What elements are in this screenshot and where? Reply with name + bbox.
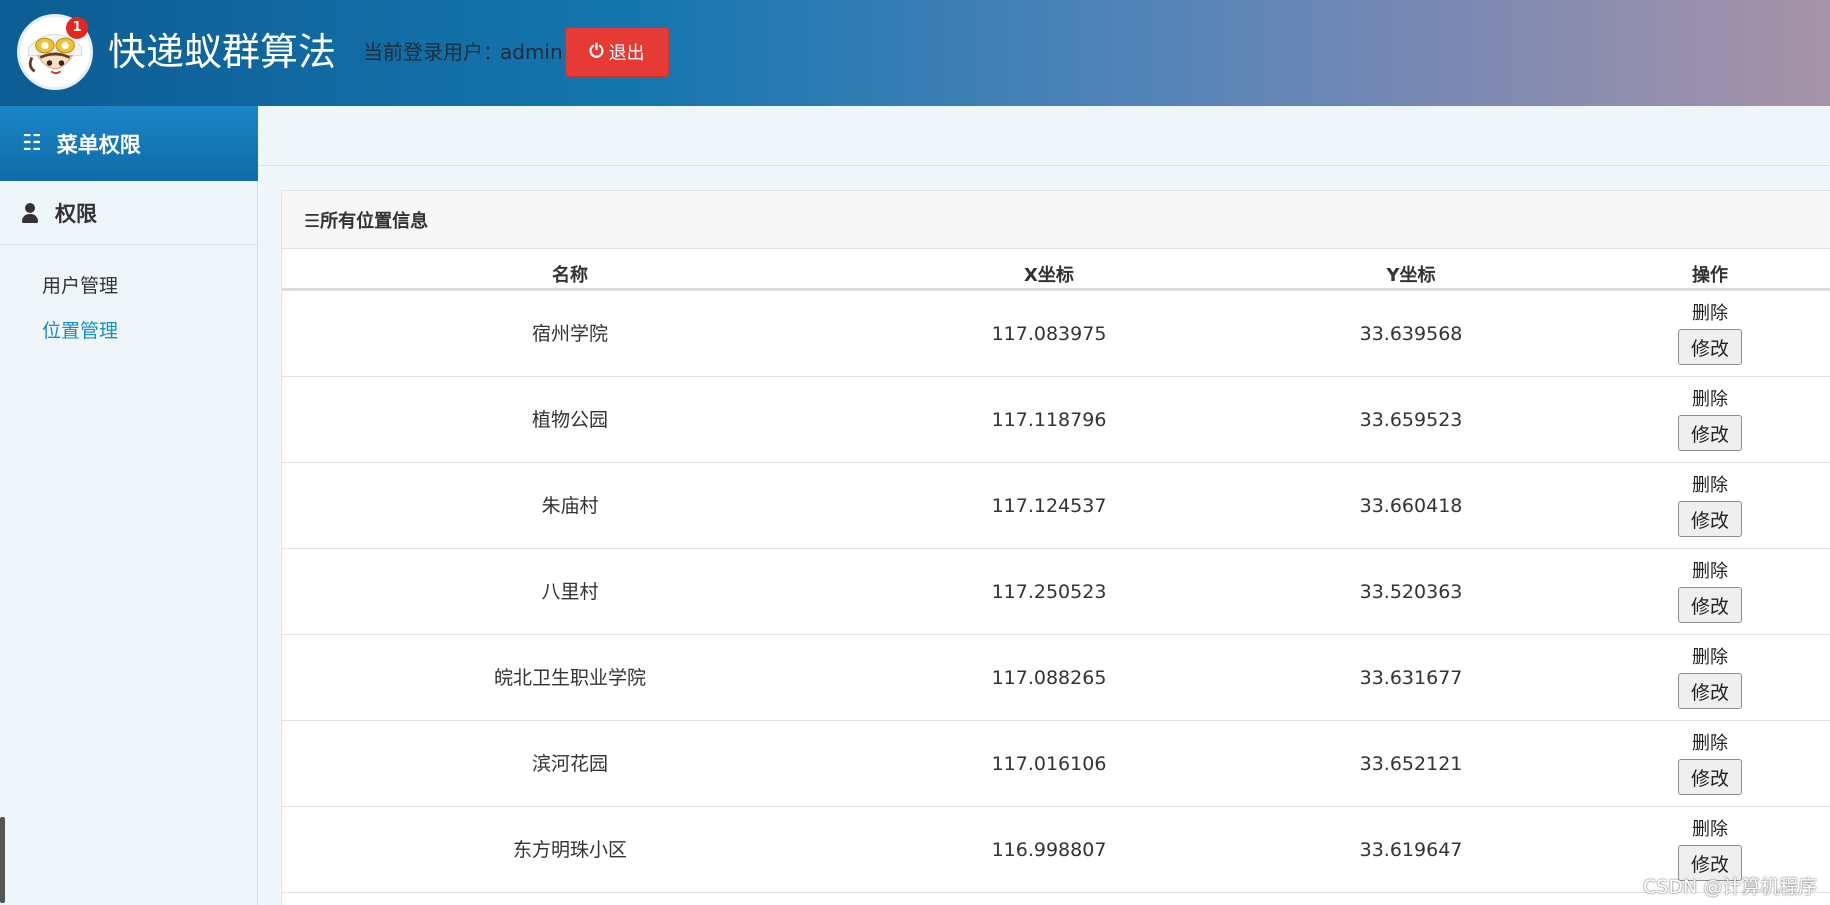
table-header: 名称 X坐标 Y坐标 操作 bbox=[282, 249, 1830, 291]
logout-label: 退出 bbox=[608, 43, 645, 64]
y-coordinate: 33.631677 bbox=[1359, 667, 1463, 689]
y-coordinate: 33.619647 bbox=[1359, 839, 1463, 861]
logged-in-label: 当前登录用户： bbox=[363, 40, 503, 64]
top-header: 1 快递蚁群算法 当前登录用户： admin ⏻ 退出 bbox=[0, 0, 1830, 106]
table-row: 植物公园 117.118796 33.659523 删除 修改 bbox=[282, 377, 1830, 463]
notification-badge: 1 bbox=[66, 17, 88, 39]
column-header-y: Y坐标 bbox=[1386, 265, 1436, 286]
table-row: 朱庙村 117.124537 33.660418 删除 修改 bbox=[282, 463, 1830, 549]
column-header-actions: 操作 bbox=[1692, 265, 1728, 286]
table-row: 滨河花园 117.016106 33.652121 删除 修改 bbox=[282, 721, 1830, 807]
y-coordinate: 33.652121 bbox=[1359, 753, 1463, 775]
delete-link[interactable]: 删除 bbox=[1692, 302, 1728, 326]
delete-link[interactable]: 删除 bbox=[1692, 646, 1728, 670]
delete-link[interactable]: 删除 bbox=[1692, 732, 1728, 756]
x-coordinate: 117.124537 bbox=[991, 495, 1107, 517]
edit-button[interactable]: 修改 bbox=[1678, 415, 1742, 451]
location-name: 八里村 bbox=[541, 581, 599, 603]
permission-group[interactable]: 权限 bbox=[0, 181, 258, 245]
location-name: 朱庙村 bbox=[541, 495, 599, 517]
power-icon: ⏻ bbox=[589, 41, 604, 62]
table-row: 八里村 117.250523 33.520363 删除 修改 bbox=[282, 549, 1830, 635]
y-coordinate: 33.660418 bbox=[1359, 495, 1463, 517]
x-coordinate: 117.250523 bbox=[991, 581, 1107, 603]
table-row: 皖北卫生职业学院 117.088265 33.631677 删除 修改 bbox=[282, 635, 1830, 721]
menu-header: ☷ 菜单权限 bbox=[0, 106, 258, 181]
delete-link[interactable]: 删除 bbox=[1692, 818, 1728, 842]
locations-panel: ☰所有位置信息 名称 X坐标 Y坐标 操作 宿州学院 117.083975 33… bbox=[281, 190, 1830, 905]
logout-button[interactable]: ⏻ 退出 bbox=[565, 27, 669, 77]
edit-button[interactable]: 修改 bbox=[1678, 587, 1742, 623]
menu-title: 菜单权限 bbox=[56, 132, 141, 157]
y-coordinate: 33.659523 bbox=[1359, 409, 1463, 431]
sidebar-item-user-management[interactable]: 用户管理 bbox=[42, 273, 118, 299]
table-row: 东方明珠小区 116.998807 33.619647 删除 修改 bbox=[282, 807, 1830, 893]
list-icon: ☷ bbox=[22, 130, 42, 156]
scrollbar-handle[interactable] bbox=[0, 817, 5, 903]
x-coordinate: 117.016106 bbox=[991, 753, 1107, 775]
sidebar: ☷ 菜单权限 权限 用户管理 位置管理 bbox=[0, 106, 258, 905]
table-row: 宿州学院 117.083975 33.639568 删除 修改 bbox=[282, 291, 1830, 377]
column-header-name: 名称 bbox=[552, 265, 588, 286]
watermark: CSDN @计算机程序 bbox=[1643, 876, 1818, 898]
y-coordinate: 33.520363 bbox=[1359, 581, 1463, 603]
x-coordinate: 117.118796 bbox=[991, 409, 1107, 431]
edit-button[interactable]: 修改 bbox=[1678, 759, 1742, 795]
sidebar-item-location-management[interactable]: 位置管理 bbox=[42, 318, 118, 344]
location-name: 皖北卫生职业学院 bbox=[493, 667, 647, 689]
x-coordinate: 116.998807 bbox=[991, 839, 1107, 861]
delete-link[interactable]: 删除 bbox=[1692, 474, 1728, 498]
delete-link[interactable]: 删除 bbox=[1692, 560, 1728, 584]
edit-button[interactable]: 修改 bbox=[1678, 673, 1742, 709]
edit-button[interactable]: 修改 bbox=[1678, 501, 1742, 537]
panel-title: ☰所有位置信息 bbox=[282, 191, 1830, 249]
y-coordinate: 33.639568 bbox=[1359, 323, 1463, 345]
user-icon bbox=[22, 202, 38, 223]
content-toolbar bbox=[258, 106, 1830, 166]
column-header-x: X坐标 bbox=[1024, 265, 1074, 286]
group-title: 权限 bbox=[55, 201, 97, 226]
app-title: 快递蚁群算法 bbox=[108, 30, 337, 74]
username: admin bbox=[500, 40, 563, 64]
x-coordinate: 117.088265 bbox=[991, 667, 1107, 689]
edit-button[interactable]: 修改 bbox=[1678, 329, 1742, 365]
location-name: 滨河花园 bbox=[531, 753, 609, 775]
location-name: 植物公园 bbox=[531, 409, 609, 431]
location-name: 东方明珠小区 bbox=[512, 839, 628, 861]
delete-link[interactable]: 删除 bbox=[1692, 388, 1728, 412]
x-coordinate: 117.083975 bbox=[991, 323, 1107, 345]
location-name: 宿州学院 bbox=[531, 323, 609, 345]
